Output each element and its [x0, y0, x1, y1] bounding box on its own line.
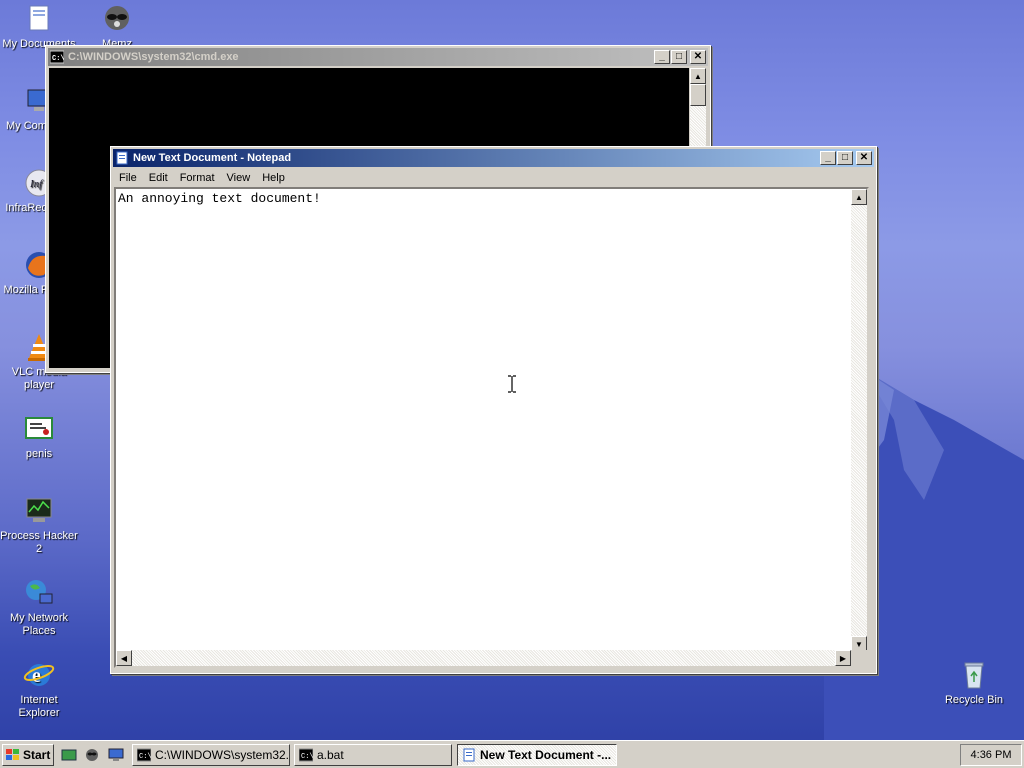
svg-text:C:\: C:\ [139, 753, 151, 761]
notepad-titlebar[interactable]: New Text Document - Notepad _ □ ✕ [113, 149, 874, 167]
notepad-close-button[interactable]: ✕ [856, 151, 872, 165]
recycle-bin-icon [964, 662, 984, 689]
svg-text:Inf: Inf [29, 178, 44, 190]
cmd-icon: C:\ [137, 748, 151, 762]
clock-time: 4:36 PM [970, 749, 1012, 761]
raccoon-icon [105, 6, 129, 30]
quick-launch-desktop-icon[interactable] [61, 747, 77, 763]
cmd-window-title: C:\WINDOWS\system32\cmd.exe [68, 51, 239, 63]
taskbar-button-cmd[interactable]: C:\ C:\WINDOWS\system32... [132, 744, 290, 766]
cmd-icon: C:\ [50, 50, 64, 64]
cmd-close-button[interactable]: ✕ [690, 50, 706, 64]
certificate-icon [25, 417, 53, 439]
scroll-left-button[interactable]: ◀ [116, 650, 132, 666]
cmd-maximize-button[interactable]: □ [671, 50, 687, 64]
notepad-maximize-button[interactable]: □ [837, 151, 853, 165]
windows-flag-icon [6, 749, 19, 760]
notepad-horizontal-scrollbar[interactable]: ◀ ▶ [116, 650, 851, 666]
menu-format[interactable]: Format [174, 172, 221, 184]
network-globe-icon [26, 580, 53, 604]
notepad-window[interactable]: New Text Document - Notepad _ □ ✕ File E… [110, 146, 877, 674]
cmd-icon: C:\ [299, 748, 313, 762]
start-button[interactable]: Start [2, 744, 54, 766]
desktop-icon-process-hacker[interactable]: Process Hacker 2 [0, 494, 78, 556]
desktop-icon-label: Internet Explorer [18, 694, 60, 719]
scroll-up-button[interactable]: ▲ [690, 68, 706, 84]
internet-explorer-icon: e [23, 664, 55, 687]
start-label: Start [23, 748, 51, 762]
desktop-icon-recycle-bin[interactable]: Recycle Bin [935, 658, 1013, 707]
desktop-icon-internet-explorer[interactable]: e Internet Explorer [0, 658, 78, 720]
notepad-text-area[interactable]: An annoying text document! ▲ ▼ ◀ ▶ [114, 187, 869, 668]
notepad-vertical-scrollbar[interactable]: ▲ ▼ [851, 189, 867, 652]
notepad-minimize-button[interactable]: _ [820, 151, 836, 165]
scroll-thumb[interactable] [690, 84, 706, 106]
menu-file[interactable]: File [113, 172, 143, 184]
menu-edit[interactable]: Edit [143, 172, 174, 184]
desktop-icon-my-network-places[interactable]: My Network Places [0, 576, 78, 638]
desktop-icon-memz[interactable]: Memz [78, 2, 156, 46]
notepad-menubar: File Edit Format View Help [111, 169, 876, 187]
desktop-icon-penis[interactable]: penis [0, 412, 78, 461]
notepad-icon [116, 151, 128, 165]
system-tray-clock[interactable]: 4:36 PM [960, 744, 1022, 766]
menu-help[interactable]: Help [256, 172, 291, 184]
process-hacker-icon [26, 498, 52, 522]
notepad-window-title: New Text Document - Notepad [133, 152, 292, 164]
desktop-icon-label: My Network Places [9, 612, 69, 637]
svg-text:C:\: C:\ [301, 753, 313, 761]
taskbar: Start C:\ C:\WINDOWS\system32... C:\ a.b… [0, 740, 1024, 768]
taskbar-button-label: a.bat [317, 748, 344, 762]
cmd-titlebar[interactable]: C:\ C:\WINDOWS\system32\cmd.exe _ □ ✕ [48, 48, 708, 66]
taskbar-button-a-bat[interactable]: C:\ a.bat [294, 744, 452, 766]
text-cursor-icon [508, 375, 516, 393]
svg-text:C:\: C:\ [52, 55, 64, 63]
scroll-up-button[interactable]: ▲ [851, 189, 867, 205]
taskbar-button-label: C:\WINDOWS\system32... [155, 748, 290, 762]
quick-launch-computer-icon[interactable] [108, 747, 124, 763]
desktop-icon-label: Process Hacker 2 [0, 530, 78, 555]
desktop-icon-my-documents[interactable]: My Documents [0, 2, 78, 51]
quick-launch-raccoon-icon[interactable] [84, 747, 100, 763]
taskbar-button-label: New Text Document -... [480, 748, 612, 762]
my-documents-icon [29, 5, 49, 31]
scroll-right-button[interactable]: ▶ [835, 650, 851, 666]
cmd-minimize-button[interactable]: _ [654, 50, 670, 64]
desktop-icon-label: penis [25, 448, 53, 460]
desktop-icon-label: Recycle Bin [944, 694, 1004, 706]
notepad-icon [463, 748, 475, 762]
resize-grip[interactable] [851, 650, 867, 666]
taskbar-button-notepad[interactable]: New Text Document -... [457, 744, 617, 766]
notepad-text-content[interactable]: An annoying text document! [116, 189, 867, 208]
menu-view[interactable]: View [221, 172, 257, 184]
